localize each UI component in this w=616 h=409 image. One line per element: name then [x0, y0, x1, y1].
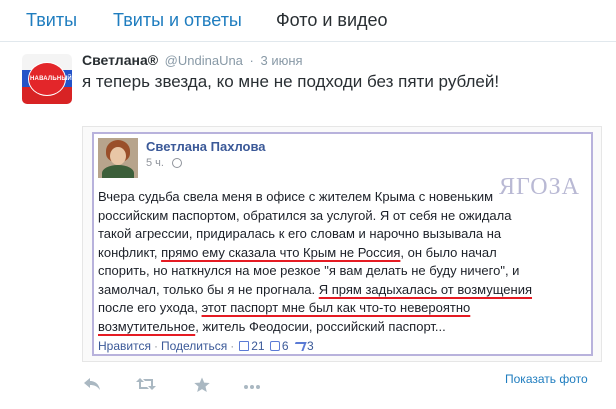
tweet-text: я теперь звезда, ко мне не подходи без п…	[82, 72, 500, 91]
tab-tweets-and-replies[interactable]: Твиты и ответы	[113, 10, 242, 31]
text-part: после его ухода,	[98, 300, 202, 315]
globe-icon	[172, 158, 182, 168]
tweet-header: Светлана® @UndinaUna · 3 июня	[82, 52, 303, 68]
fb-post-time: 5 ч.	[146, 157, 164, 169]
fb-text-line: спорить, но наткнулся на мое резкое "я в…	[98, 263, 520, 278]
separator: ·	[249, 53, 254, 68]
text-part: , он было начал	[400, 244, 497, 260]
fb-avatar	[98, 138, 138, 178]
retweet-icon[interactable]	[136, 377, 156, 395]
tweet[interactable]: НАВАЛЬНЫЙ Светлана® @UndinaUna · 3 июня …	[0, 42, 616, 409]
star-icon[interactable]	[192, 377, 212, 395]
author-handle[interactable]: @UndinaUna	[165, 53, 243, 68]
facebook-post-screenshot: Светлана Пахлова 5 ч. ЯГОЗА Вчера судьба…	[92, 132, 593, 356]
fb-post-actions: Нравится · Поделиться · 21 6 3	[98, 339, 314, 353]
fb-shares-count: 3	[306, 339, 314, 353]
show-photo-link[interactable]: Показать фото	[505, 372, 588, 386]
avatar[interactable]: НАВАЛЬНЫЙ	[22, 54, 72, 104]
tab-tweets[interactable]: Твиты	[26, 10, 77, 31]
author-name[interactable]: Светлана®	[82, 52, 158, 68]
fb-comments-count: 6	[281, 339, 289, 353]
more-icon[interactable]	[242, 377, 262, 395]
comment-icon	[269, 341, 280, 351]
share-icon	[292, 342, 307, 351]
underlined-text: этот паспорт мне был как что-то невероят…	[201, 300, 471, 315]
fb-post-text: Вчера судьба свела меня в офисе с жителе…	[98, 188, 592, 336]
tweet-timestamp[interactable]: 3 июня	[261, 53, 303, 68]
underlined-text: прямо ему сказала что Крым не Россия	[161, 244, 401, 260]
fb-text-line: после его ухода, этот паспорт мне был ка…	[98, 299, 592, 318]
underlined-text: возмутительное	[98, 318, 196, 334]
fb-text-line: замолчал, только бы я не прогнала. Я пря…	[98, 281, 592, 300]
underlined-text: Я прям задыхалась от возмущения	[318, 281, 533, 297]
fb-like-link: Нравится	[98, 339, 151, 353]
fb-text-line: возмутительное, житель Феодосии, российс…	[98, 318, 592, 337]
text-part: , житель Феодосии, российский паспорт...	[195, 318, 446, 334]
thumbs-up-icon	[239, 341, 250, 351]
fb-text-line: такой агрессии, придиралась к его словам…	[98, 226, 502, 241]
reply-icon[interactable]	[82, 377, 102, 395]
text-part: конфликт,	[98, 244, 162, 260]
fb-share-link: Поделиться	[160, 339, 228, 353]
fb-text-line: Вчера судьба свела меня в офисе с жителе…	[98, 189, 494, 204]
fb-text-line: российским паспортом, обратился за услуг…	[98, 207, 512, 223]
text-part: замолчал, только бы я не прогнала.	[98, 281, 319, 297]
profile-tabs: Твиты Твиты и ответы Фото и видео	[0, 0, 616, 42]
fb-text-line: конфликт, прямо ему сказала что Крым не …	[98, 244, 592, 263]
avatar-logo-text: НАВАЛЬНЫЙ	[30, 76, 72, 82]
tab-photos-and-videos[interactable]: Фото и видео	[276, 10, 388, 31]
tweet-photo[interactable]: Светлана Пахлова 5 ч. ЯГОЗА Вчера судьба…	[82, 126, 602, 362]
fb-likes-count: 21	[251, 339, 265, 353]
fb-author-name: Светлана Пахлова	[146, 139, 266, 154]
